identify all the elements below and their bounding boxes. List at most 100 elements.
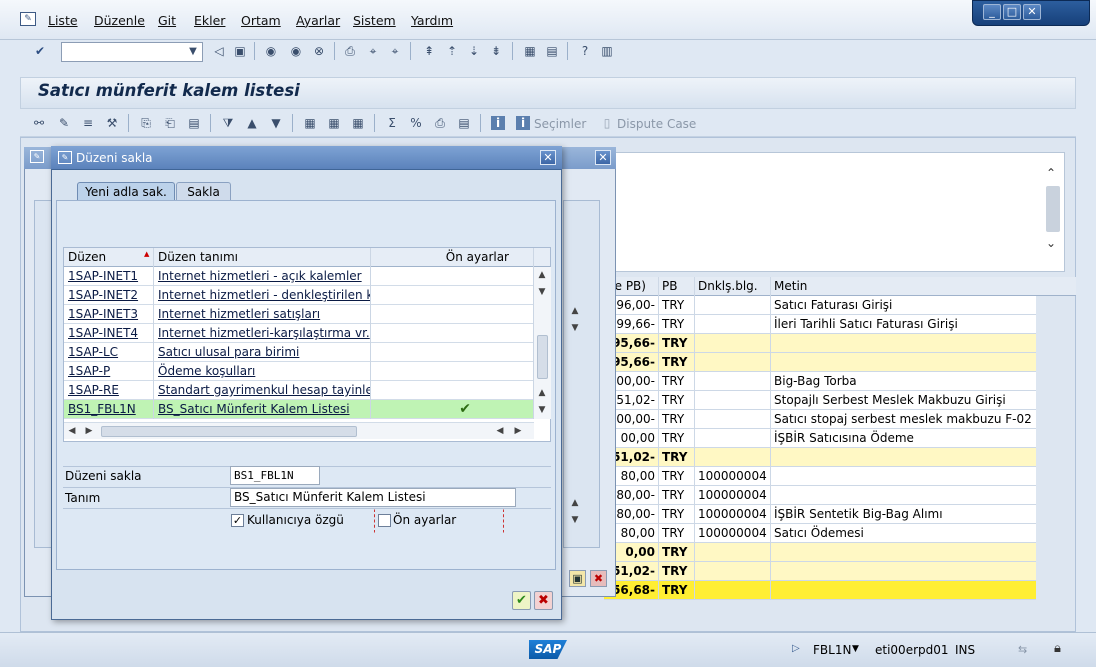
- grid-row[interactable]: 80,00 TRY 100000004: [604, 467, 1036, 486]
- chevron-down-icon[interactable]: ▼: [186, 45, 200, 59]
- table-row[interactable]: 1SAP-INET4 Internet hizmetleri-karşılaştı…: [64, 324, 534, 343]
- grid-row[interactable]: 51,02- TRY Stopajlı Serbest Meslek Makbuzu…: [604, 391, 1036, 410]
- table-vertical-scrollbar[interactable]: ▲ ▼ ▲ ▼: [534, 267, 551, 419]
- menu-git[interactable]: Git: [158, 13, 176, 28]
- print-icon[interactable]: ⎙: [343, 44, 357, 58]
- last-page-icon[interactable]: ⇟: [489, 44, 503, 58]
- grid-row[interactable]: 95,66- TRY: [604, 334, 1036, 353]
- previous-page-icon[interactable]: ⇡: [445, 44, 459, 58]
- table-row[interactable]: 1SAP-INET1 Internet hizmetleri - açık kal…: [64, 267, 534, 286]
- selections-button[interactable]: Seçimler: [534, 117, 586, 131]
- grid-row[interactable]: 00,00- TRY Big-Bag Torba: [604, 372, 1036, 391]
- background-scroll-down-icon[interactable]: ▼: [567, 320, 583, 336]
- grid-row[interactable]: 80,00 TRY 100000004 Satıcı Ödemesi: [604, 524, 1036, 543]
- exit-icon[interactable]: ◉: [289, 44, 303, 58]
- tab-save[interactable]: Sakla: [176, 182, 231, 202]
- layout-id-cell[interactable]: 1SAP-P: [64, 362, 154, 381]
- menu-icon[interactable]: ✎: [20, 12, 36, 26]
- table-horizontal-scrollbar[interactable]: ◀ ▶ ◀ ▶: [64, 422, 534, 439]
- layout-id-cell[interactable]: 1SAP-INET4: [64, 324, 154, 343]
- layout-id-cell[interactable]: 1SAP-INET2: [64, 286, 154, 305]
- layout-id-cell[interactable]: 1SAP-INET1: [64, 267, 154, 286]
- background-scroll-down-icon[interactable]: ▼: [567, 512, 583, 528]
- menu-ekler[interactable]: Ekler: [194, 13, 225, 28]
- table-row[interactable]: BS1_FBL1N BS_Satıcı Münferit Kalem Listes…: [64, 400, 534, 419]
- tab-save-as-new[interactable]: Yeni adla sak.: [77, 182, 175, 202]
- layout-grid-icon[interactable]: ▦: [303, 116, 317, 130]
- shortcut-icon[interactable]: ▤: [545, 44, 559, 58]
- status-expand-icon[interactable]: ▷: [792, 643, 800, 654]
- new-session-icon[interactable]: ▦: [523, 44, 537, 58]
- table-row[interactable]: 1SAP-RE Standart gayrimenkul hesap tayinl…: [64, 381, 534, 400]
- select-all-icon[interactable]: ≡: [81, 116, 95, 130]
- scroll-left-icon[interactable]: ◀: [64, 423, 80, 439]
- choose-layout-icon[interactable]: ▦: [327, 116, 341, 130]
- maximize-icon[interactable]: □: [1003, 4, 1021, 20]
- table-row[interactable]: 1SAP-INET2 Internet hizmetleri - denkleşt…: [64, 286, 534, 305]
- grid-row[interactable]: 00,00- TRY Satıcı stopaj serbest meslek ma…: [604, 410, 1036, 429]
- scroll-up-icon[interactable]: ⌃: [1046, 166, 1056, 180]
- lock-icon[interactable]: 🔒︎: [1054, 641, 1061, 656]
- grid-row[interactable]: 99,66- TRY İleri Tarihli Satıcı Faturası G…: [604, 315, 1036, 334]
- layout-id-cell[interactable]: 1SAP-INET3: [64, 305, 154, 324]
- edit-pencil-icon[interactable]: ✎: [57, 116, 71, 130]
- continue-button[interactable]: ✔: [512, 591, 531, 610]
- background-scroll-up-icon[interactable]: ▲: [567, 303, 583, 319]
- layout-name-field[interactable]: BS1_FBL1N: [230, 466, 320, 485]
- layout-description-cell[interactable]: BS_Satıcı Münferit Kalem Listesi: [154, 400, 371, 419]
- background-dialog-close-icon[interactable]: ✕: [595, 150, 611, 165]
- layout-description-cell[interactable]: Internet hizmetleri satışları: [154, 305, 371, 324]
- header-scrollbar[interactable]: ⌃ ⌄: [1044, 160, 1062, 256]
- table-scroll-up-icon[interactable]: ▲: [534, 385, 550, 401]
- help-icon[interactable]: ?: [578, 44, 592, 58]
- sort-ascending-icon[interactable]: ▲: [245, 116, 259, 130]
- table-row[interactable]: 1SAP-P Ödeme koşulları: [64, 362, 534, 381]
- column-header-description[interactable]: Düzen tanımı: [154, 248, 371, 267]
- grid-header-clearing-doc[interactable]: Dnklş.blg.: [695, 277, 771, 296]
- table-scroll-down-icon[interactable]: ▼: [534, 402, 550, 418]
- transaction-dropdown-icon[interactable]: ▼: [852, 644, 859, 654]
- grid-row[interactable]: 00,00 TRY İŞBİR Satıcısına Ödeme: [604, 429, 1036, 448]
- table-row[interactable]: 1SAP-LC Satıcı ulusal para birimi: [64, 343, 534, 362]
- document-icon[interactable]: ⎘: [139, 116, 153, 130]
- export-icon[interactable]: ⎙: [433, 116, 447, 130]
- grid-row[interactable]: 95,66- TRY: [604, 353, 1036, 372]
- default-setting-checkbox[interactable]: [378, 514, 391, 527]
- sort-descending-icon[interactable]: ▼: [269, 116, 283, 130]
- menu-duzenle[interactable]: Düzenle: [94, 13, 145, 28]
- column-header-default[interactable]: Ön ayarlar: [371, 248, 534, 267]
- column-header-layout[interactable]: Düzen: [64, 248, 154, 267]
- layout-description-cell[interactable]: Internet hizmetleri-karşılaştırma vr.: [154, 324, 371, 343]
- table-scroll-thumb[interactable]: [537, 335, 548, 379]
- layout-description-cell[interactable]: Ödeme koşulları: [154, 362, 371, 381]
- horizontal-scroll-thumb[interactable]: [101, 426, 357, 437]
- scroll-down-icon[interactable]: ⌄: [1046, 236, 1056, 250]
- dispute-case-button[interactable]: Dispute Case: [617, 117, 696, 131]
- sum-icon[interactable]: Σ: [385, 116, 399, 130]
- dialog-close-icon[interactable]: ✕: [540, 150, 556, 165]
- grid-header-currency[interactable]: PB: [659, 277, 695, 296]
- back-icon[interactable]: ◉: [264, 44, 278, 58]
- menu-yardim[interactable]: Yardım: [411, 13, 453, 28]
- enter-icon[interactable]: ✔: [33, 44, 47, 58]
- command-field[interactable]: [61, 42, 203, 62]
- back-arrow-icon[interactable]: ◁: [212, 44, 226, 58]
- background-scroll-up-icon[interactable]: ▲: [567, 495, 583, 511]
- background-cancel-icon[interactable]: ✖: [590, 570, 607, 587]
- next-page-icon[interactable]: ⇣: [467, 44, 481, 58]
- save-icon[interactable]: ▣: [233, 44, 247, 58]
- layout-description-cell[interactable]: Internet hizmetleri - açık kalemler: [154, 267, 371, 286]
- first-page-icon[interactable]: ⇞: [422, 44, 436, 58]
- display-document-icon[interactable]: ⎗: [163, 116, 177, 130]
- layout-description-cell[interactable]: Internet hizmetleri - denkleştirilen klm: [154, 286, 371, 305]
- find-next-icon[interactable]: ⌖: [388, 44, 402, 58]
- menu-ortam[interactable]: Ortam: [241, 13, 281, 28]
- close-icon[interactable]: ✕: [1023, 4, 1041, 20]
- menu-sistem[interactable]: Sistem: [353, 13, 396, 28]
- layout-id-cell[interactable]: BS1_FBL1N: [64, 400, 154, 419]
- grid-header-text[interactable]: Metin: [771, 277, 1036, 296]
- info-icon[interactable]: i: [491, 116, 505, 130]
- menu-liste[interactable]: Liste: [48, 13, 78, 28]
- table-scroll-up-icon[interactable]: ▲: [534, 267, 550, 283]
- note-icon[interactable]: ▤: [187, 116, 201, 130]
